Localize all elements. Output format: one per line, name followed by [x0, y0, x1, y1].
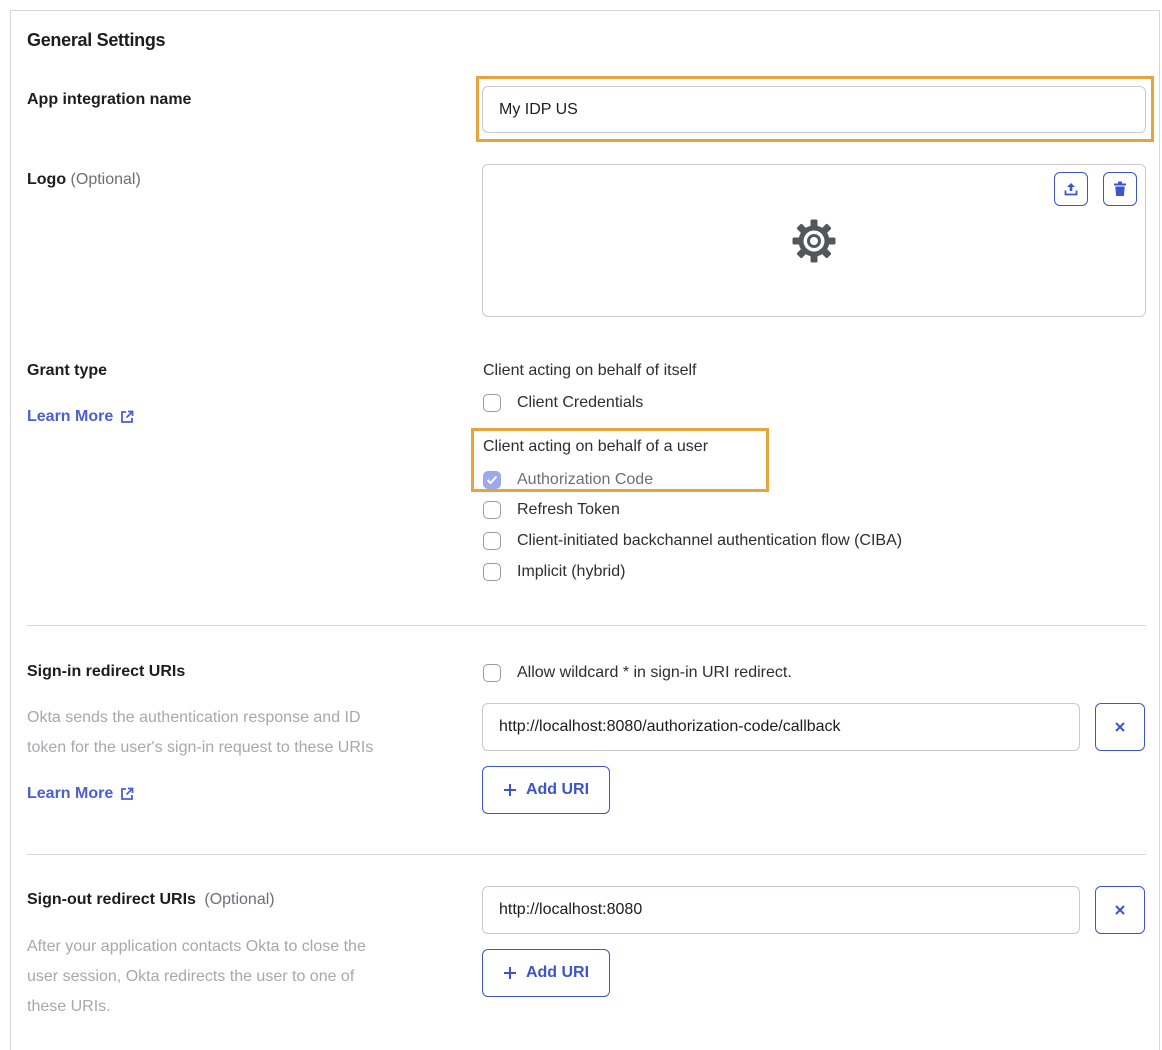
remove-signin-uri-button[interactable] [1095, 703, 1145, 751]
group-label-itself: Client acting on behalf of itself [483, 362, 697, 379]
upload-icon [1064, 183, 1078, 196]
signout-description-line: After your application contacts Okta to … [27, 938, 366, 955]
trash-icon [1114, 181, 1126, 196]
remove-signout-uri-button[interactable] [1095, 886, 1145, 934]
wildcard-label: Allow wildcard * in sign-in URI redirect… [517, 664, 792, 681]
signin-description: Okta sends the authentication response a… [27, 703, 373, 763]
ciba-option[interactable]: Client-initiated backchannel authenticat… [483, 530, 902, 552]
ciba-label: Client-initiated backchannel authenticat… [517, 532, 903, 549]
signout-label: Sign-out redirect URIs (Optional) [27, 891, 275, 909]
signin-description-line: Okta sends the authentication response a… [27, 709, 361, 726]
logo-label-text: Logo [27, 171, 67, 188]
section-title: General Settings [27, 30, 166, 50]
close-icon [1115, 722, 1125, 732]
signout-description: After your application contacts Okta to … [27, 932, 366, 1022]
refresh-token-option[interactable]: Refresh Token [483, 499, 620, 521]
plus-icon [503, 967, 516, 979]
signout-label-text: Sign-out redirect URIs [27, 891, 196, 908]
plus-icon [503, 784, 516, 796]
implicit-checkbox[interactable] [483, 563, 501, 581]
refresh-token-label: Refresh Token [517, 501, 620, 518]
external-link-icon [121, 787, 134, 800]
close-icon [1115, 905, 1125, 915]
divider [27, 625, 1146, 626]
signout-uri-input[interactable] [482, 886, 1080, 934]
delete-logo-button[interactable] [1103, 172, 1137, 206]
ciba-checkbox[interactable] [483, 532, 501, 550]
app-name-label: App integration name [27, 91, 192, 108]
signin-label: Sign-in redirect URIs [27, 663, 186, 680]
logo-label: Logo (Optional) [27, 171, 141, 189]
grant-type-learn-more-link[interactable]: Learn More [27, 408, 134, 426]
authorization-code-checkbox[interactable] [483, 471, 501, 489]
implicit-label: Implicit (hybrid) [517, 563, 626, 580]
authorization-code-option[interactable]: Authorization Code [483, 469, 653, 491]
grant-type-label: Grant type [27, 362, 108, 379]
external-link-icon [121, 410, 134, 423]
gear-icon [791, 218, 837, 269]
learn-more-text: Learn More [27, 785, 114, 802]
learn-more-text: Learn More [27, 408, 114, 425]
add-signout-uri-button[interactable]: Add URI [482, 949, 610, 997]
wildcard-option[interactable]: Allow wildcard * in sign-in URI redirect… [483, 662, 792, 684]
add-uri-label: Add URI [525, 781, 590, 798]
authorization-code-label: Authorization Code [517, 471, 654, 488]
signout-description-line: these URIs. [27, 998, 111, 1015]
signin-learn-more-link[interactable]: Learn More [27, 785, 134, 803]
signin-description-line: token for the user's sign-in request to … [27, 739, 374, 756]
client-credentials-option[interactable]: Client Credentials [483, 392, 643, 414]
signin-uri-input[interactable] [482, 703, 1080, 751]
checkmark-icon [486, 475, 498, 485]
client-credentials-checkbox[interactable] [483, 394, 501, 412]
wildcard-checkbox[interactable] [483, 664, 501, 682]
group-label-user: Client acting on behalf of a user [483, 438, 709, 455]
app-name-input[interactable] [482, 86, 1146, 133]
client-credentials-label: Client Credentials [517, 394, 644, 411]
implicit-option[interactable]: Implicit (hybrid) [483, 561, 625, 583]
add-signin-uri-button[interactable]: Add URI [482, 766, 610, 814]
upload-logo-button[interactable] [1054, 172, 1088, 206]
logo-optional: (Optional) [70, 171, 141, 188]
divider [27, 854, 1146, 855]
refresh-token-checkbox[interactable] [483, 501, 501, 519]
add-uri-label: Add URI [525, 964, 590, 981]
signout-optional: (Optional) [204, 891, 275, 908]
signout-description-line: user session, Okta redirects the user to… [27, 968, 355, 985]
